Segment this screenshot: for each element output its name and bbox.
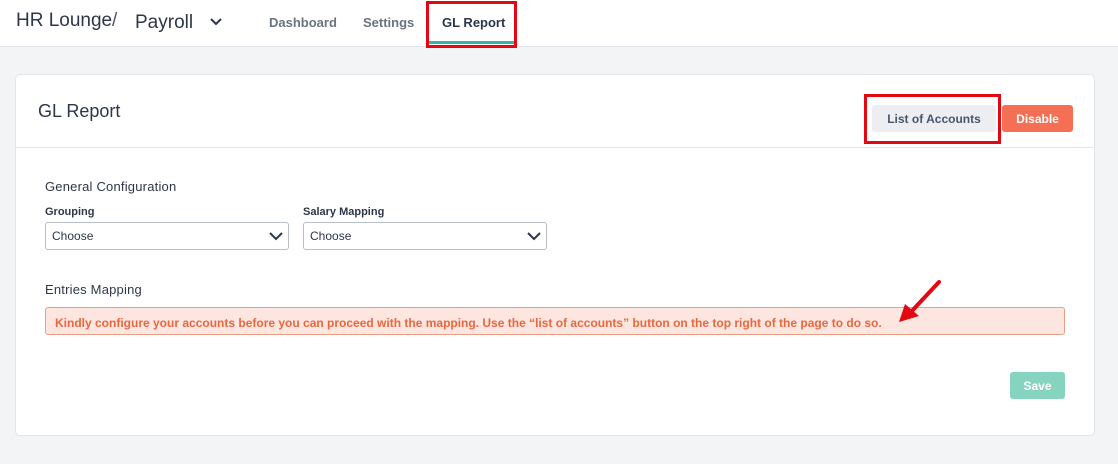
chevron-down-icon[interactable] <box>209 17 223 27</box>
app-brand[interactable]: HR Lounge <box>16 10 112 32</box>
general-configuration-heading: General Configuration <box>45 179 177 194</box>
module-name[interactable]: Payroll <box>135 12 193 34</box>
salary-mapping-select[interactable]: Choose <box>303 222 547 250</box>
grouping-label: Grouping <box>45 206 95 218</box>
save-button[interactable]: Save <box>1010 372 1065 399</box>
tab-dashboard[interactable]: Dashboard <box>269 15 337 30</box>
entries-mapping-heading: Entries Mapping <box>45 282 142 297</box>
grouping-select-value: Choose <box>52 229 94 243</box>
disable-button[interactable]: Disable <box>1002 105 1073 132</box>
annotation-highlight-tab <box>426 1 517 48</box>
alert-message: Kindly configure your accounts before yo… <box>55 316 882 330</box>
divider <box>16 147 1094 148</box>
annotation-highlight-accounts <box>864 94 1001 144</box>
breadcrumb-separator: / <box>112 10 118 31</box>
annotation-arrow-icon <box>899 280 941 322</box>
salary-mapping-label: Salary Mapping <box>303 206 385 218</box>
chevron-down-icon <box>527 232 541 241</box>
salary-mapping-select-value: Choose <box>310 229 352 243</box>
page-title: GL Report <box>38 101 121 121</box>
grouping-select[interactable]: Choose <box>45 222 289 250</box>
gl-report-card: GL Report List of Accounts Disable Gener… <box>15 74 1095 436</box>
top-bar: HR Lounge / Payroll Dashboard Settings G… <box>0 0 1118 47</box>
chevron-down-icon <box>269 232 283 241</box>
tab-settings[interactable]: Settings <box>363 15 414 30</box>
